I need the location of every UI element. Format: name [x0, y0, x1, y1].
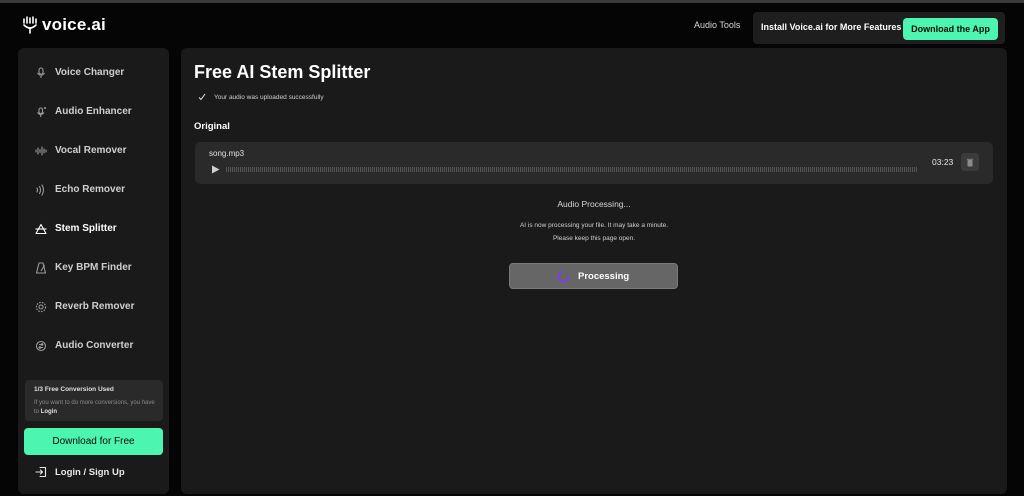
sidebar-item-vocal-remover[interactable]: Vocal Remover	[18, 138, 169, 162]
conversion-usage-box: 1/3 Free Conversion Used If you want to …	[25, 380, 163, 421]
sidebar-item-label: Reverb Remover	[55, 300, 135, 312]
sidebar-item-label: Audio Enhancer	[55, 105, 132, 117]
echo-waves-icon	[35, 183, 47, 196]
install-text: Install Voice.ai for More Features	[761, 22, 902, 32]
waveform-icon	[35, 144, 47, 156]
processing-title: Audio Processing...	[557, 199, 631, 209]
install-banner: Install Voice.ai for More Features Downl…	[753, 12, 1005, 44]
sidebar-item-reverb-remover[interactable]: Reverb Remover	[18, 294, 169, 318]
file-name: song.mp3	[209, 149, 245, 158]
upload-status-text: Your audio was uploaded successfully	[214, 93, 324, 101]
processing-message: AI is now processing your file. It may t…	[519, 222, 669, 229]
audio-waveform[interactable]	[226, 167, 918, 172]
sidebar-item-label: Stem Splitter	[55, 222, 117, 234]
processing-button: Processing	[509, 263, 678, 289]
page-title: Free AI Stem Splitter	[194, 62, 371, 82]
reverb-icon	[35, 300, 47, 313]
sidebar-item-audio-converter[interactable]: Audio Converter	[18, 333, 169, 357]
play-icon[interactable]	[210, 164, 221, 175]
upload-status: Your audio was uploaded successfully	[198, 93, 324, 101]
login-icon	[35, 466, 47, 478]
login-signup-link[interactable]: Login / Sign Up	[35, 464, 125, 480]
original-section-label: Original	[194, 121, 230, 132]
sidebar-item-stem-splitter[interactable]: Stem Splitter	[18, 216, 169, 240]
microphone-icon	[35, 66, 47, 78]
main-panel: Free AI Stem Splitter Your audio was upl…	[181, 48, 1007, 494]
sidebar-item-voice-changer[interactable]: Voice Changer	[18, 60, 169, 84]
audio-player-card: song.mp3 03:23	[195, 142, 993, 184]
stem-splitter-icon	[35, 222, 47, 235]
brand-name: voice.ai	[42, 15, 106, 34]
processing-keep-open-message: Please keep this page open.	[552, 235, 636, 242]
check-icon	[198, 93, 206, 101]
brand-logo[interactable]: voice.ai	[22, 15, 106, 35]
header: voice.ai Audio Tools Install Voice.ai fo…	[0, 3, 1024, 48]
login-label: Login / Sign Up	[55, 466, 125, 478]
spinner-icon	[557, 270, 570, 283]
trash-icon	[966, 158, 974, 166]
download-app-button[interactable]: Download the App	[903, 18, 998, 40]
voice-ai-logo-icon	[23, 16, 37, 34]
microphone-sparkle-icon	[35, 105, 47, 117]
audio-duration: 03:23	[932, 157, 954, 167]
sidebar: Voice Changer Audio Enhancer Vocal Remov…	[18, 48, 169, 494]
nav-audio-tools[interactable]: Audio Tools	[694, 20, 740, 30]
sidebar-item-label: Voice Changer	[55, 66, 125, 78]
conversion-title: 1/3 Free Conversion Used	[34, 386, 114, 393]
sidebar-item-echo-remover[interactable]: Echo Remover	[18, 177, 169, 201]
sidebar-item-label: Echo Remover	[55, 183, 126, 195]
sidebar-item-key-bpm-finder[interactable]: Key BPM Finder	[18, 255, 169, 279]
sidebar-item-label: Vocal Remover	[55, 144, 127, 156]
sidebar-item-label: Key BPM Finder	[55, 261, 132, 273]
metronome-icon	[35, 261, 47, 274]
processing-button-label: Processing	[578, 271, 630, 282]
sidebar-item-label: Audio Converter	[55, 339, 134, 351]
converter-icon	[35, 339, 47, 352]
conversion-text: If you want to do more conversions, you …	[34, 399, 158, 417]
conversion-login-link[interactable]: Login	[41, 409, 57, 415]
sidebar-item-audio-enhancer[interactable]: Audio Enhancer	[18, 99, 169, 123]
download-free-button[interactable]: Download for Free	[24, 428, 163, 455]
delete-button[interactable]	[961, 153, 979, 171]
